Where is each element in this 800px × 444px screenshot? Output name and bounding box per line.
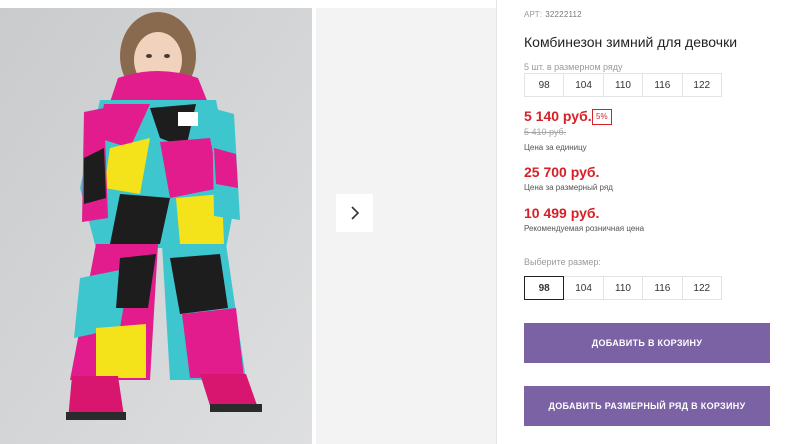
retail-price-caption: Рекомендуемая розничная цена bbox=[524, 224, 645, 233]
retail-price: 10 499 руб. bbox=[524, 205, 600, 221]
article-code: 32222112 bbox=[545, 10, 582, 19]
size-picker: 98 104 110 116 122 bbox=[524, 276, 722, 300]
unit-price-caption: Цена за единицу bbox=[524, 143, 587, 152]
size-option-104[interactable]: 104 bbox=[563, 276, 604, 300]
child-in-snowsuit-image bbox=[0, 8, 312, 444]
size-option-110[interactable]: 110 bbox=[602, 276, 644, 300]
chevron-right-icon bbox=[350, 206, 359, 220]
unit-price: 5 140 руб. bbox=[524, 108, 592, 124]
pack-size-cell: 116 bbox=[642, 73, 683, 97]
pack-note: 5 шт. в размерном ряду bbox=[524, 62, 623, 72]
row-price: 25 700 руб. bbox=[524, 164, 600, 180]
add-size-row-to-cart-button[interactable]: ДОБАВИТЬ РАЗМЕРНЫЙ РЯД В КОРЗИНУ bbox=[524, 386, 770, 426]
row-price-caption: Цена за размерный ряд bbox=[524, 183, 613, 192]
product-title: Комбинезон зимний для девочки bbox=[524, 34, 738, 50]
size-option-116[interactable]: 116 bbox=[642, 276, 683, 300]
article-label: АРТ: bbox=[524, 10, 543, 19]
pack-size-cell: 110 bbox=[602, 73, 644, 97]
size-option-98[interactable]: 98 bbox=[524, 276, 565, 300]
next-photo-button[interactable] bbox=[336, 194, 373, 232]
pack-size-cell: 122 bbox=[681, 73, 722, 97]
product-photo bbox=[0, 8, 312, 444]
pack-size-cell: 104 bbox=[563, 73, 604, 97]
pack-size-cell: 98 bbox=[524, 73, 565, 97]
column-divider bbox=[496, 0, 497, 444]
add-to-cart-button[interactable]: ДОБАВИТЬ В КОРЗИНУ bbox=[524, 323, 770, 363]
article-number: АРТ: 32222112 bbox=[524, 10, 582, 19]
old-price: 5 410 руб. bbox=[524, 127, 567, 137]
size-picker-label: Выберите размер: bbox=[524, 257, 601, 267]
size-option-122[interactable]: 122 bbox=[681, 276, 722, 300]
discount-badge: 5% bbox=[592, 109, 612, 125]
pack-size-row: 98 104 110 116 122 bbox=[524, 73, 722, 97]
product-gallery bbox=[0, 0, 496, 444]
